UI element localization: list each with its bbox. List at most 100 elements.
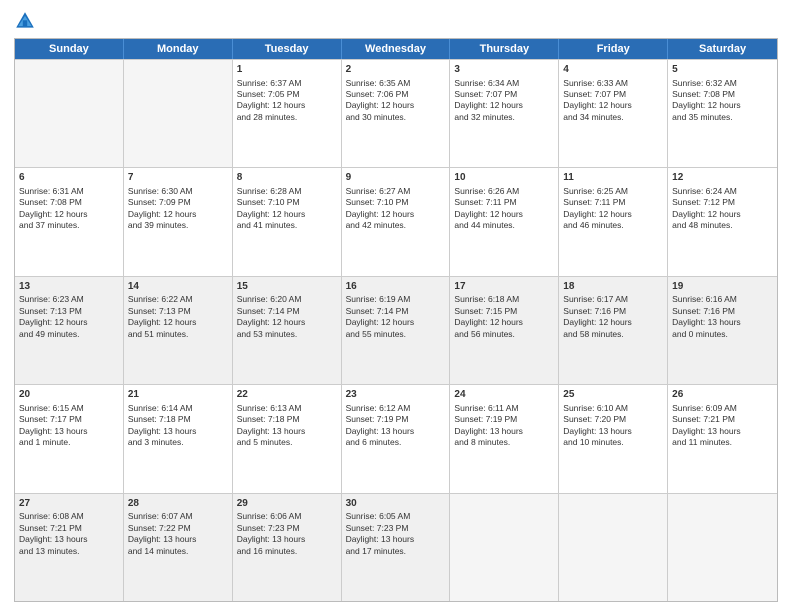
cell-line: Daylight: 12 hours	[346, 317, 446, 328]
cell-line: Sunrise: 6:28 AM	[237, 186, 337, 197]
cell-line: Sunrise: 6:05 AM	[346, 511, 446, 522]
cell-line: Daylight: 13 hours	[346, 426, 446, 437]
calendar-cell: 26Sunrise: 6:09 AMSunset: 7:21 PMDayligh…	[668, 385, 777, 492]
day-number: 12	[672, 171, 773, 185]
cell-line: and 44 minutes.	[454, 220, 554, 231]
cell-line: Sunset: 7:15 PM	[454, 306, 554, 317]
cell-line: Sunrise: 6:09 AM	[672, 403, 773, 414]
cell-line: Sunrise: 6:23 AM	[19, 294, 119, 305]
cell-line: and 10 minutes.	[563, 437, 663, 448]
cell-line: Sunset: 7:17 PM	[19, 414, 119, 425]
day-number: 1	[237, 63, 337, 77]
day-number: 10	[454, 171, 554, 185]
calendar-row: 13Sunrise: 6:23 AMSunset: 7:13 PMDayligh…	[15, 276, 777, 384]
day-number: 23	[346, 388, 446, 402]
calendar-cell: 17Sunrise: 6:18 AMSunset: 7:15 PMDayligh…	[450, 277, 559, 384]
calendar-cell	[15, 60, 124, 167]
cell-line: and 58 minutes.	[563, 329, 663, 340]
cell-line: Daylight: 12 hours	[237, 317, 337, 328]
cell-line: Sunset: 7:16 PM	[672, 306, 773, 317]
day-number: 30	[346, 497, 446, 511]
calendar-cell: 24Sunrise: 6:11 AMSunset: 7:19 PMDayligh…	[450, 385, 559, 492]
calendar-cell	[559, 494, 668, 601]
calendar-row: 27Sunrise: 6:08 AMSunset: 7:21 PMDayligh…	[15, 493, 777, 601]
cell-line: Daylight: 13 hours	[19, 534, 119, 545]
calendar-cell: 3Sunrise: 6:34 AMSunset: 7:07 PMDaylight…	[450, 60, 559, 167]
day-number: 2	[346, 63, 446, 77]
day-number: 13	[19, 280, 119, 294]
cell-line: Sunset: 7:05 PM	[237, 89, 337, 100]
day-number: 8	[237, 171, 337, 185]
weekday-header: Wednesday	[342, 39, 451, 59]
cell-line: Sunrise: 6:24 AM	[672, 186, 773, 197]
cell-line: Daylight: 12 hours	[237, 209, 337, 220]
cell-line: and 14 minutes.	[128, 546, 228, 557]
cell-line: Sunset: 7:11 PM	[563, 197, 663, 208]
cell-line: Sunrise: 6:07 AM	[128, 511, 228, 522]
cell-line: Sunrise: 6:33 AM	[563, 78, 663, 89]
cell-line: Sunset: 7:14 PM	[237, 306, 337, 317]
calendar-header: SundayMondayTuesdayWednesdayThursdayFrid…	[15, 39, 777, 59]
day-number: 22	[237, 388, 337, 402]
cell-line: Sunset: 7:21 PM	[19, 523, 119, 534]
cell-line: Daylight: 12 hours	[672, 209, 773, 220]
cell-line: Sunrise: 6:34 AM	[454, 78, 554, 89]
calendar-cell: 20Sunrise: 6:15 AMSunset: 7:17 PMDayligh…	[15, 385, 124, 492]
logo-icon	[14, 10, 36, 32]
calendar-cell: 4Sunrise: 6:33 AMSunset: 7:07 PMDaylight…	[559, 60, 668, 167]
cell-line: Daylight: 12 hours	[128, 209, 228, 220]
day-number: 20	[19, 388, 119, 402]
cell-line: Daylight: 12 hours	[19, 209, 119, 220]
calendar-cell: 25Sunrise: 6:10 AMSunset: 7:20 PMDayligh…	[559, 385, 668, 492]
cell-line: Sunrise: 6:17 AM	[563, 294, 663, 305]
day-number: 9	[346, 171, 446, 185]
day-number: 4	[563, 63, 663, 77]
cell-line: Sunset: 7:14 PM	[346, 306, 446, 317]
cell-line: Sunrise: 6:35 AM	[346, 78, 446, 89]
cell-line: and 28 minutes.	[237, 112, 337, 123]
cell-line: Daylight: 12 hours	[454, 317, 554, 328]
cell-line: Sunrise: 6:10 AM	[563, 403, 663, 414]
cell-line: Sunrise: 6:18 AM	[454, 294, 554, 305]
cell-line: and 34 minutes.	[563, 112, 663, 123]
calendar-cell: 7Sunrise: 6:30 AMSunset: 7:09 PMDaylight…	[124, 168, 233, 275]
day-number: 16	[346, 280, 446, 294]
cell-line: Daylight: 13 hours	[237, 534, 337, 545]
calendar-cell: 21Sunrise: 6:14 AMSunset: 7:18 PMDayligh…	[124, 385, 233, 492]
cell-line: Sunset: 7:11 PM	[454, 197, 554, 208]
cell-line: Sunset: 7:23 PM	[237, 523, 337, 534]
calendar-cell	[124, 60, 233, 167]
calendar-cell: 9Sunrise: 6:27 AMSunset: 7:10 PMDaylight…	[342, 168, 451, 275]
cell-line: Daylight: 12 hours	[237, 100, 337, 111]
cell-line: Daylight: 12 hours	[346, 100, 446, 111]
cell-line: and 17 minutes.	[346, 546, 446, 557]
calendar-cell: 27Sunrise: 6:08 AMSunset: 7:21 PMDayligh…	[15, 494, 124, 601]
page: SundayMondayTuesdayWednesdayThursdayFrid…	[0, 0, 792, 612]
cell-line: and 41 minutes.	[237, 220, 337, 231]
day-number: 14	[128, 280, 228, 294]
cell-line: Sunset: 7:13 PM	[128, 306, 228, 317]
cell-line: Sunset: 7:22 PM	[128, 523, 228, 534]
cell-line: and 5 minutes.	[237, 437, 337, 448]
cell-line: Daylight: 13 hours	[672, 317, 773, 328]
day-number: 21	[128, 388, 228, 402]
cell-line: Daylight: 13 hours	[563, 426, 663, 437]
calendar-row: 6Sunrise: 6:31 AMSunset: 7:08 PMDaylight…	[15, 167, 777, 275]
cell-line: and 30 minutes.	[346, 112, 446, 123]
cell-line: Sunrise: 6:37 AM	[237, 78, 337, 89]
cell-line: Sunset: 7:12 PM	[672, 197, 773, 208]
cell-line: Sunset: 7:21 PM	[672, 414, 773, 425]
cell-line: and 13 minutes.	[19, 546, 119, 557]
day-number: 7	[128, 171, 228, 185]
cell-line: Daylight: 13 hours	[128, 534, 228, 545]
cell-line: Daylight: 12 hours	[128, 317, 228, 328]
cell-line: and 35 minutes.	[672, 112, 773, 123]
header	[14, 10, 778, 32]
cell-line: and 8 minutes.	[454, 437, 554, 448]
cell-line: Sunset: 7:06 PM	[346, 89, 446, 100]
cell-line: and 56 minutes.	[454, 329, 554, 340]
day-number: 19	[672, 280, 773, 294]
cell-line: Sunset: 7:09 PM	[128, 197, 228, 208]
cell-line: Daylight: 12 hours	[454, 100, 554, 111]
calendar-cell: 29Sunrise: 6:06 AMSunset: 7:23 PMDayligh…	[233, 494, 342, 601]
